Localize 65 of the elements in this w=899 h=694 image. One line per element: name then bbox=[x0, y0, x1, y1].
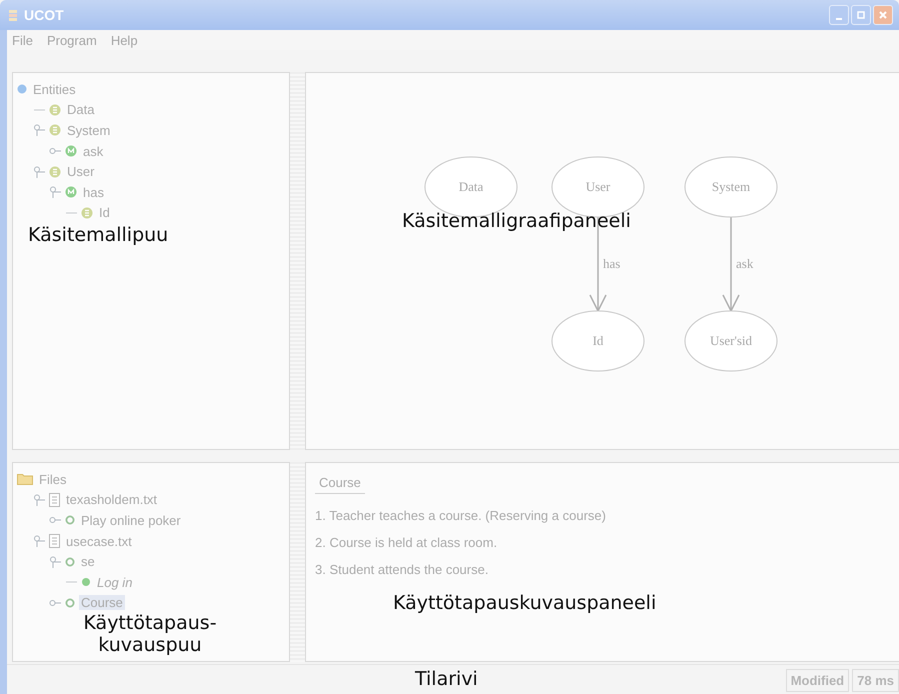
entity-icon bbox=[49, 124, 61, 136]
tree-item[interactable]: System bbox=[65, 122, 112, 138]
node-label: User'sid bbox=[710, 333, 752, 348]
menu-item[interactable]: Program bbox=[46, 32, 97, 48]
tree-item[interactable]: Course bbox=[79, 595, 125, 610]
expanded-handle-icon[interactable] bbox=[33, 124, 45, 136]
expanded-handle-icon[interactable] bbox=[33, 494, 45, 506]
tree-item[interactable]: Play online poker bbox=[79, 512, 183, 528]
edge-label: has bbox=[603, 256, 620, 271]
tree-item[interactable]: Data bbox=[65, 102, 96, 118]
tree-item[interactable]: Entities bbox=[31, 82, 78, 97]
node-label: User bbox=[586, 179, 610, 194]
tree-item[interactable]: Id bbox=[97, 205, 112, 220]
dot-icon bbox=[17, 84, 27, 94]
expanded-handle-icon[interactable] bbox=[49, 186, 61, 198]
tree-item[interactable]: Files bbox=[37, 472, 68, 487]
document-icon bbox=[49, 492, 60, 507]
entity-icon bbox=[49, 104, 61, 116]
ring-icon bbox=[65, 556, 75, 567]
menu-item[interactable]: Help bbox=[110, 32, 138, 48]
folder-icon bbox=[17, 473, 33, 486]
expanded-handle-icon[interactable] bbox=[33, 535, 45, 548]
tree-item[interactable]: texasholdem.txt bbox=[64, 492, 160, 508]
annotation-label: Käyttötapauskuvauspaneeli bbox=[393, 592, 656, 614]
annotation-label: Käsitemalligraafipaneeli bbox=[402, 210, 631, 232]
window-title: UCOT bbox=[24, 7, 64, 23]
document-icon bbox=[49, 534, 60, 548]
tree-item[interactable]: User bbox=[65, 164, 96, 180]
close-button[interactable] bbox=[873, 5, 893, 25]
minimize-button[interactable] bbox=[829, 5, 849, 25]
close-icon bbox=[878, 10, 888, 20]
tree-item[interactable]: Log in bbox=[95, 574, 134, 590]
annotation-label: Tilarivi bbox=[415, 668, 478, 690]
maximize-icon bbox=[856, 10, 866, 20]
node-label: Id bbox=[592, 333, 604, 348]
tab[interactable]: Course bbox=[315, 471, 365, 494]
tree-item[interactable]: usecase.txt bbox=[64, 534, 134, 549]
status-field: 78 ms bbox=[852, 669, 899, 692]
tree-item[interactable]: has bbox=[81, 184, 106, 200]
maximize-button[interactable] bbox=[851, 5, 871, 25]
description-line: 2. Course is held at class room. bbox=[315, 535, 498, 550]
annotation-label: Käsitemallipuu bbox=[28, 224, 168, 246]
annotation-label: Käyttötapaus-kuvauspuu bbox=[82, 612, 218, 656]
ring-icon bbox=[65, 515, 75, 526]
tree-item[interactable]: se bbox=[79, 554, 97, 570]
relation-icon bbox=[65, 145, 77, 158]
node-label: Data bbox=[458, 179, 484, 194]
expanded-handle-icon[interactable] bbox=[49, 556, 61, 568]
entity-icon bbox=[49, 166, 61, 178]
vertical-splitter[interactable] bbox=[290, 462, 305, 662]
tree-item[interactable]: ask bbox=[81, 144, 106, 159]
app-icon bbox=[8, 8, 18, 22]
status-field: Modified bbox=[786, 669, 850, 692]
vertical-splitter[interactable] bbox=[290, 72, 305, 450]
expanded-handle-icon[interactable] bbox=[33, 166, 45, 178]
relation-icon bbox=[65, 186, 77, 198]
description-line: 1. Teacher teaches a course. (Reserving a course) bbox=[315, 508, 606, 523]
entity-icon bbox=[81, 206, 93, 219]
node-label: System bbox=[712, 179, 750, 194]
dot-icon bbox=[81, 577, 91, 588]
ring-icon bbox=[65, 598, 75, 608]
minimize-icon bbox=[836, 18, 842, 20]
menu-item[interactable]: File bbox=[12, 32, 33, 48]
description-line: 3. Student attends the course. bbox=[315, 562, 488, 577]
edge-label: ask bbox=[736, 256, 754, 271]
